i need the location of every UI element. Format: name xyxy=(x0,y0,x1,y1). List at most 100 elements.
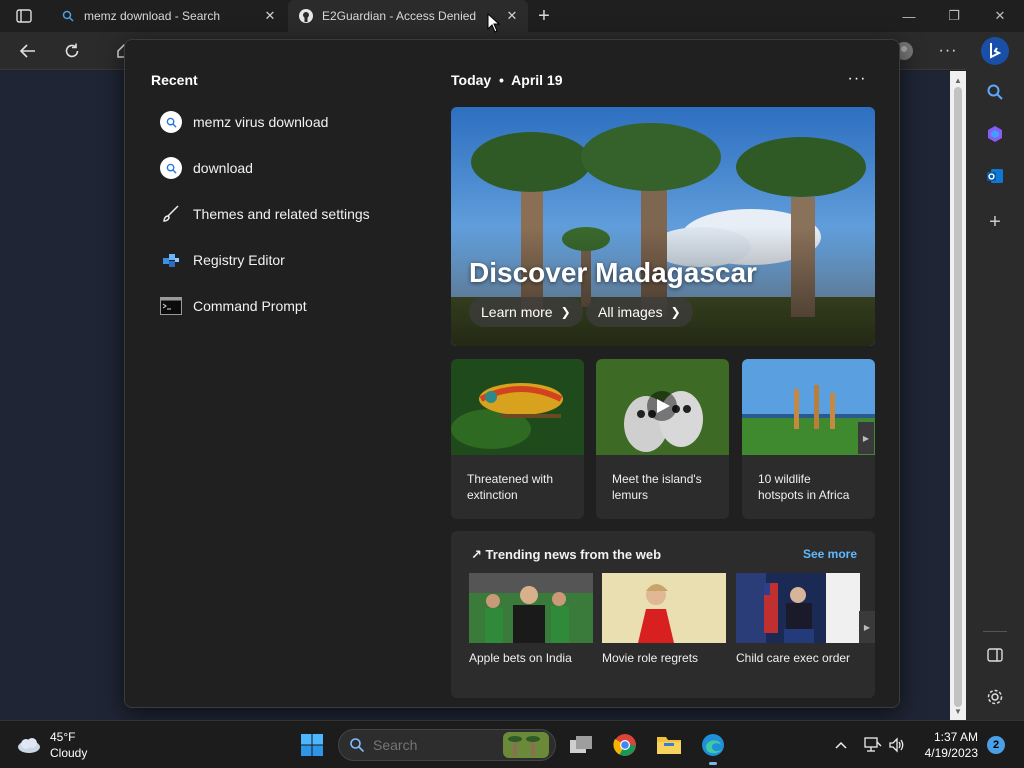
refresh-button[interactable] xyxy=(58,38,86,64)
taskbar-search-input[interactable] xyxy=(373,737,493,753)
bing-chat-button[interactable] xyxy=(980,36,1010,66)
bullet-separator: • xyxy=(495,72,508,88)
recent-item-label: memz virus download xyxy=(193,114,329,130)
notification-badge[interactable]: 2 xyxy=(987,736,1005,754)
network-button[interactable] xyxy=(863,735,883,755)
minimize-button[interactable]: — xyxy=(887,4,931,28)
sidebar-outlook-button[interactable] xyxy=(983,164,1007,188)
back-arrow-icon xyxy=(19,44,35,58)
recent-item-download[interactable]: download xyxy=(159,153,253,183)
card-caption: Meet the island's lemurs xyxy=(612,472,702,502)
back-button[interactable] xyxy=(14,38,42,64)
edge-app-button[interactable] xyxy=(697,729,729,765)
giraffes-image xyxy=(742,359,875,455)
card-threatened[interactable]: Threatened with extinction xyxy=(451,359,584,519)
restore-button[interactable]: ❐ xyxy=(932,4,976,28)
trending-arrow-icon: ↗ xyxy=(471,547,482,562)
file-explorer-button[interactable] xyxy=(653,729,685,761)
see-more-link[interactable]: See more xyxy=(803,547,857,561)
search-icon xyxy=(159,110,183,134)
weather-widget[interactable]: 45°F Cloudy xyxy=(16,729,87,761)
settings-more-button[interactable]: ··· xyxy=(934,38,962,64)
terminal-icon xyxy=(159,294,183,318)
show-hidden-icons-button[interactable] xyxy=(831,735,851,755)
tab-memz-search[interactable]: memz download - Search ✕ xyxy=(48,0,286,32)
recent-item-command-prompt[interactable]: Command Prompt xyxy=(159,291,307,321)
hero-card-madagascar[interactable]: Discover Madagascar Learn more ❯ All ima… xyxy=(451,107,875,346)
card-caption: Threatened with extinction xyxy=(467,472,554,502)
sidebar-add-button[interactable]: + xyxy=(983,210,1007,234)
news-caption: Movie role regrets xyxy=(602,651,699,665)
news-image xyxy=(469,573,593,643)
hide-sidebar-button[interactable] xyxy=(983,643,1007,667)
taskbar-search-box[interactable] xyxy=(338,729,556,761)
news-image xyxy=(736,573,860,643)
plus-icon: + xyxy=(989,210,1001,233)
tab-title: E2Guardian - Access Denied xyxy=(322,9,477,23)
card-lemurs[interactable]: Meet the island's lemurs xyxy=(596,359,729,519)
recent-item-label: download xyxy=(193,160,253,176)
system-clock[interactable]: 1:37 AM 4/19/2023 xyxy=(918,729,978,761)
sidebar-search-button[interactable] xyxy=(983,80,1007,104)
registry-icon xyxy=(159,248,183,272)
chevron-right-icon: ❯ xyxy=(560,305,571,319)
brush-icon xyxy=(159,202,183,226)
news-image xyxy=(602,573,726,643)
cloud-icon xyxy=(18,738,40,753)
today-label: Today xyxy=(451,72,492,88)
recent-heading: Recent xyxy=(151,72,198,88)
scroll-down-icon[interactable]: ▼ xyxy=(950,704,966,718)
sidebar-copilot-button[interactable] xyxy=(983,122,1007,146)
new-tab-button[interactable]: + xyxy=(532,4,556,28)
close-tab-icon[interactable]: ✕ xyxy=(504,8,520,24)
recent-item-themes-settings[interactable]: Themes and related settings xyxy=(159,199,370,229)
copilot-icon xyxy=(988,126,1002,142)
search-flyout: Recent memz virus download download Them… xyxy=(124,39,900,708)
news-item-apple-india[interactable]: Apple bets on India xyxy=(469,573,593,665)
chrome-app-button[interactable] xyxy=(609,729,641,761)
tab-bar: memz download - Search ✕ E2Guardian - Ac… xyxy=(0,0,1024,32)
recent-item-label: Registry Editor xyxy=(193,252,285,268)
scroll-up-icon[interactable]: ▲ xyxy=(950,73,966,87)
trending-title: ↗ Trending news from the web xyxy=(471,547,662,562)
close-tab-icon[interactable]: ✕ xyxy=(262,8,278,24)
news-item-child-care[interactable]: Child care exec order xyxy=(736,573,860,665)
bing-icon xyxy=(981,37,1009,65)
gear-icon xyxy=(987,689,1003,705)
recent-item-memz-virus-download[interactable]: memz virus download xyxy=(159,107,328,137)
more-options-button[interactable]: ··· xyxy=(843,68,871,90)
volume-button[interactable] xyxy=(887,735,907,755)
windows-logo-icon xyxy=(301,734,323,756)
recent-item-registry-editor[interactable]: Registry Editor xyxy=(159,245,285,275)
search-icon xyxy=(60,8,76,24)
today-header: Today • April 19 xyxy=(451,72,563,88)
learn-more-button[interactable]: Learn more ❯ xyxy=(469,297,583,327)
trending-next-arrow-icon[interactable]: ▶ xyxy=(859,611,875,643)
tab-actions-button[interactable] xyxy=(8,6,40,26)
chevron-up-icon xyxy=(835,741,847,749)
weather-condition: Cloudy xyxy=(50,746,88,760)
today-date: April 19 xyxy=(511,72,563,88)
taskbar: 45°F Cloudy 1:37 AM 4/19/2023 2 xyxy=(0,720,1024,768)
outlook-icon xyxy=(987,169,1003,183)
edge-icon xyxy=(702,734,724,756)
chevron-right-icon: ❯ xyxy=(670,305,681,319)
all-images-button[interactable]: All images ❯ xyxy=(586,297,693,327)
scrollbar-thumb[interactable] xyxy=(954,87,962,707)
close-window-button[interactable]: ✕ xyxy=(978,4,1022,28)
speaker-icon xyxy=(889,737,904,753)
scrollbar[interactable]: ▲ ▼ xyxy=(950,71,966,720)
edge-sidebar: + xyxy=(966,32,1024,720)
trending-news-section: ↗ Trending news from the web See more Ap… xyxy=(451,531,875,698)
sidebar-settings-button[interactable] xyxy=(983,685,1007,709)
card-wildlife-hotspots[interactable]: 10 wildlife hotspots in Africa xyxy=(742,359,875,519)
task-view-button[interactable] xyxy=(565,729,597,761)
start-button[interactable] xyxy=(296,729,328,761)
recent-item-label: Command Prompt xyxy=(193,298,307,314)
cards-next-arrow-icon[interactable]: ▶ xyxy=(858,422,874,454)
news-item-movie-role[interactable]: Movie role regrets xyxy=(602,573,726,665)
more-dots-icon: ··· xyxy=(938,42,958,59)
learn-more-label: Learn more xyxy=(481,304,553,320)
active-app-indicator xyxy=(709,762,717,765)
mouse-cursor-icon xyxy=(487,13,501,33)
